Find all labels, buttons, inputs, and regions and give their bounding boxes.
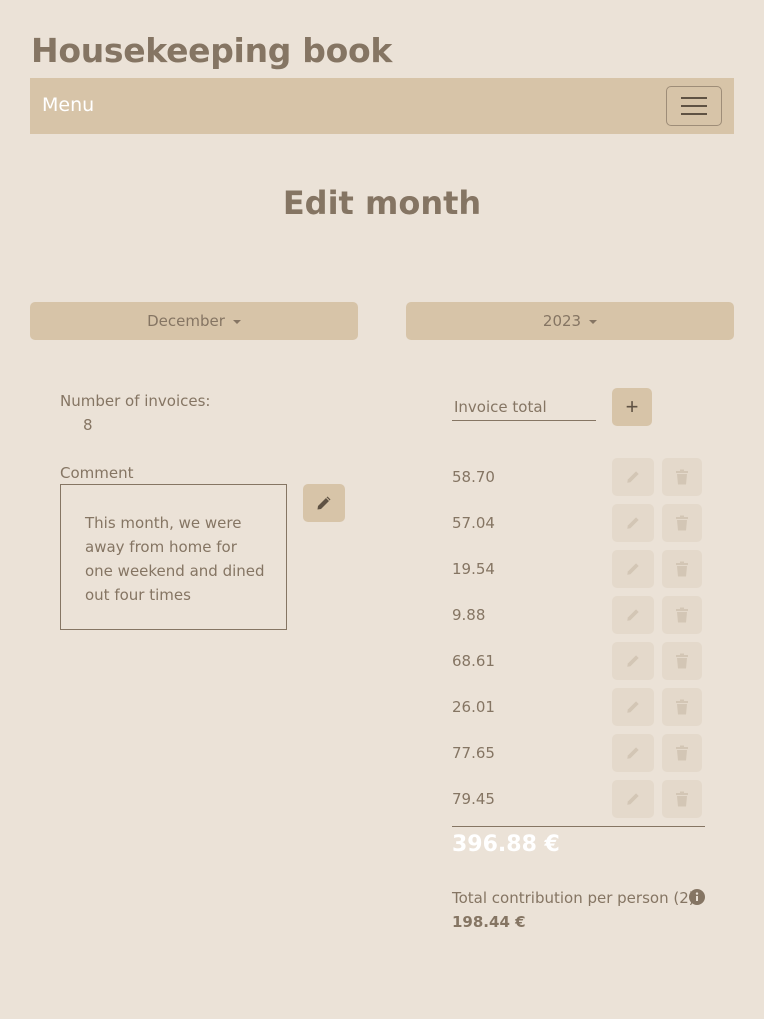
year-dropdown[interactable]: 2023 <box>406 302 734 340</box>
delete-invoice-button[interactable] <box>662 734 702 772</box>
pencil-icon <box>627 701 639 713</box>
comment-box: This month, we were away from home for o… <box>60 484 287 630</box>
invoice-value: 19.54 <box>452 560 495 578</box>
hamburger-icon <box>681 105 707 107</box>
invoice-value: 57.04 <box>452 514 495 532</box>
edit-invoice-button[interactable] <box>612 458 654 496</box>
delete-invoice-button[interactable] <box>662 504 702 542</box>
navbar-toggle-button[interactable] <box>666 86 722 126</box>
edit-invoice-button[interactable] <box>612 550 654 588</box>
year-dropdown-label: 2023 <box>542 312 582 330</box>
edit-invoice-button[interactable] <box>612 780 654 818</box>
delete-invoice-button[interactable] <box>662 458 702 496</box>
trash-icon <box>676 607 688 623</box>
month-dropdown-label: December <box>147 312 225 330</box>
per-person-value: 198.44 € <box>452 913 526 931</box>
navbar-menu-label[interactable]: Menu <box>42 94 94 116</box>
delete-invoice-button[interactable] <box>662 550 702 588</box>
invoice-row: 68.61 <box>452 642 712 688</box>
total-divider <box>452 826 705 827</box>
app-title: Housekeeping book <box>31 31 392 70</box>
invoice-value: 58.70 <box>452 468 495 486</box>
invoice-row: 58.70 <box>452 458 712 504</box>
invoice-row: 26.01 <box>452 688 712 734</box>
trash-icon <box>676 515 688 531</box>
trash-icon <box>676 745 688 761</box>
invoice-count-label: Number of invoices: <box>60 392 211 410</box>
invoice-row: 57.04 <box>452 504 712 550</box>
month-dropdown[interactable]: December <box>30 302 358 340</box>
page-title: Edit month <box>282 184 482 222</box>
hamburger-icon <box>681 97 707 99</box>
pencil-icon <box>627 471 639 483</box>
edit-invoice-button[interactable] <box>612 504 654 542</box>
invoice-row: 77.65 <box>452 734 712 780</box>
pencil-icon <box>627 793 639 805</box>
hamburger-icon <box>681 113 707 115</box>
invoice-list: 58.70 57.04 19.54 9.88 68.61 26.01 77.65 79.45 <box>452 458 712 826</box>
edit-invoice-button[interactable] <box>612 596 654 634</box>
invoice-total-sum: 396.88 € <box>452 832 560 857</box>
invoice-value: 77.65 <box>452 744 495 762</box>
delete-invoice-button[interactable] <box>662 642 702 680</box>
invoice-row: 19.54 <box>452 550 712 596</box>
trash-icon <box>676 561 688 577</box>
pencil-icon <box>627 747 639 759</box>
add-invoice-button[interactable]: + <box>612 388 652 426</box>
comment-label: Comment <box>60 464 134 482</box>
pencil-icon <box>627 655 639 667</box>
trash-icon <box>676 653 688 669</box>
trash-icon <box>676 791 688 807</box>
edit-invoice-button[interactable] <box>612 734 654 772</box>
invoice-value: 9.88 <box>452 606 486 624</box>
invoice-row: 9.88 <box>452 596 712 642</box>
pencil-icon <box>627 563 639 575</box>
invoice-row: 79.45 <box>452 780 712 826</box>
edit-invoice-button[interactable] <box>612 688 654 726</box>
per-person-label: Total contribution per person (2) <box>452 889 695 907</box>
invoice-value: 79.45 <box>452 790 495 808</box>
edit-comment-button[interactable] <box>303 484 345 522</box>
pencil-icon <box>317 496 331 510</box>
trash-icon <box>676 469 688 485</box>
trash-icon <box>676 699 688 715</box>
navbar: Menu <box>30 78 734 134</box>
invoice-value: 68.61 <box>452 652 495 670</box>
invoice-total-input[interactable] <box>452 394 596 421</box>
delete-invoice-button[interactable] <box>662 596 702 634</box>
edit-invoice-button[interactable] <box>612 642 654 680</box>
invoice-count-value: 8 <box>83 416 93 434</box>
caret-down-icon <box>232 319 241 324</box>
caret-down-icon <box>589 319 598 324</box>
invoice-value: 26.01 <box>452 698 495 716</box>
info-icon[interactable] <box>689 889 705 905</box>
delete-invoice-button[interactable] <box>662 688 702 726</box>
pencil-icon <box>627 517 639 529</box>
pencil-icon <box>627 609 639 621</box>
delete-invoice-button[interactable] <box>662 780 702 818</box>
